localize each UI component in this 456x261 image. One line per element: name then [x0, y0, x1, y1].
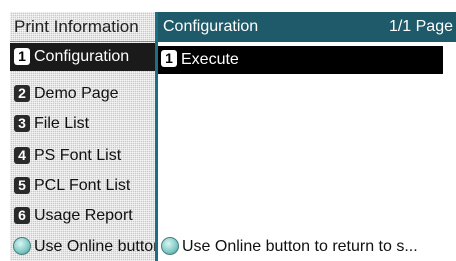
menu-item-execute[interactable]: 1 Execute — [158, 46, 443, 74]
menu-item-label: Execute — [181, 51, 239, 68]
menu-item-label: Configuration — [34, 48, 130, 65]
menu-item-label: Usage Report — [34, 207, 133, 224]
footer-text: Use Online button to return to s... — [182, 238, 418, 255]
online-button-icon — [13, 236, 31, 255]
item-number-badge: 6 — [14, 206, 30, 224]
configuration-menu: Configuration 1/1 Page 1 Execute Use Onli… — [155, 12, 456, 261]
item-number-badge: 3 — [14, 114, 30, 132]
item-number-badge: 1 — [161, 50, 177, 68]
item-number-badge: 1 — [14, 47, 30, 65]
menu-item-label: PCL Font List — [34, 177, 131, 194]
item-number-badge: 4 — [14, 146, 30, 164]
online-button-icon — [161, 236, 179, 255]
page-indicator: 1/1 Page — [388, 18, 453, 35]
menu-item-label: PS Font List — [34, 147, 122, 164]
item-number-badge: 5 — [14, 176, 30, 194]
menu-header: Configuration 1/1 Page — [158, 12, 456, 42]
menu-item-label: Demo Page — [34, 85, 119, 102]
item-number-badge: 2 — [14, 84, 30, 102]
menu-item-label: File List — [34, 115, 90, 132]
status-footer: Use Online button to return to s... — [158, 232, 456, 261]
menu-title: Configuration — [163, 18, 259, 35]
